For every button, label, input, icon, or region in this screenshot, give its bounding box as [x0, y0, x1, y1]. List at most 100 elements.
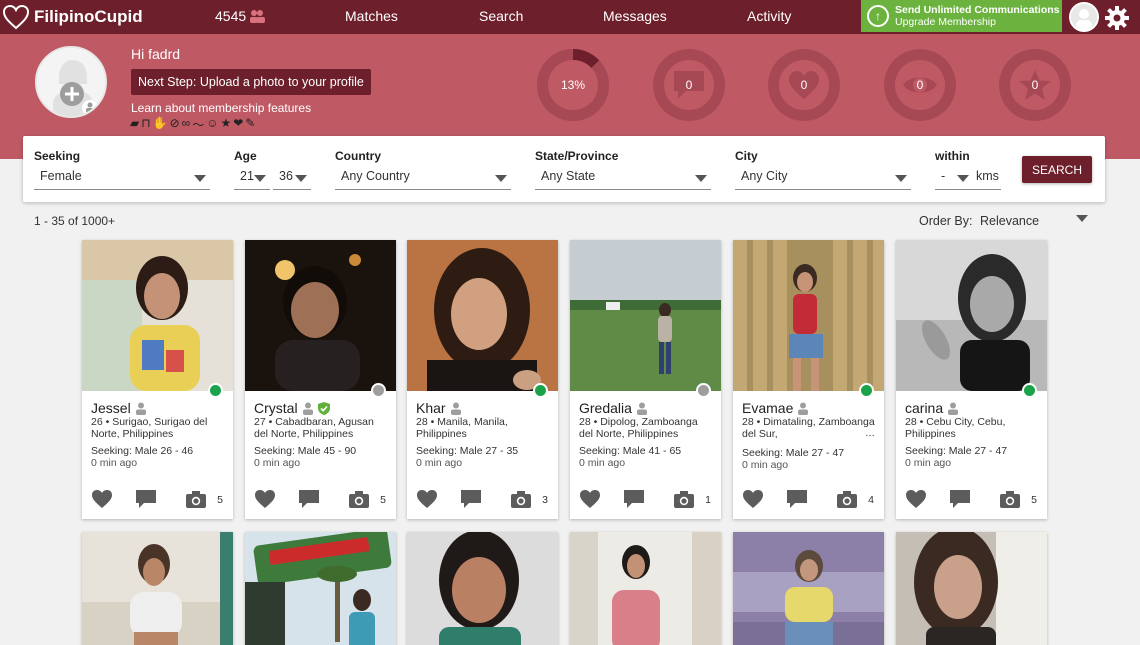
message-icon[interactable] [949, 489, 971, 509]
next-step-button[interactable]: Next Step: Upload a photo to your profil… [131, 69, 371, 95]
profile-card-photo[interactable] [407, 532, 558, 645]
photo-count: 4 [868, 494, 874, 506]
upgrade-button[interactable]: ↑ Send Unlimited Communications Upgrade … [861, 0, 1062, 32]
nav-activity[interactable]: Activity [747, 8, 791, 24]
profile-photo[interactable] [407, 240, 558, 391]
photo-count: 1 [705, 494, 711, 506]
chevron-down-icon[interactable] [1076, 215, 1088, 222]
message-icon[interactable] [623, 489, 645, 509]
messages-stat[interactable]: 0 [653, 49, 725, 121]
chevron-down-icon [194, 175, 206, 182]
profile-card-photo[interactable] [570, 532, 721, 645]
within-field: within [935, 149, 970, 163]
camera-icon[interactable] [999, 489, 1021, 509]
camera-icon[interactable] [836, 489, 858, 509]
online-status-dot [533, 383, 548, 398]
heart-icon[interactable] [91, 489, 113, 509]
camera-icon[interactable] [348, 489, 370, 509]
profile-photo[interactable] [82, 240, 233, 391]
card-actions: 5 [82, 489, 233, 511]
offline-status-dot [371, 383, 386, 398]
photo-count: 5 [1031, 494, 1037, 506]
online-count[interactable]: 4545 [215, 8, 266, 24]
order-by-select[interactable]: Relevance [980, 214, 1039, 228]
profile-name-row[interactable]: Gredalia [579, 400, 648, 416]
nav-search[interactable]: Search [479, 8, 523, 24]
state-select[interactable]: Any State [535, 167, 711, 190]
message-icon[interactable] [298, 489, 320, 509]
profile-name-row[interactable]: carina [905, 400, 959, 416]
offline-status-dot [696, 383, 711, 398]
profile-card-photo[interactable] [896, 532, 1047, 645]
profile-location: 26 • Surigao, Surigao del Norte, Philipp… [91, 416, 208, 440]
chevron-down-icon [957, 175, 969, 182]
incognito-icon: ∞ [181, 116, 191, 130]
profile-last-active: 0 min ago [416, 457, 463, 469]
heart-icon[interactable] [579, 489, 601, 509]
profile-name: carina [905, 400, 944, 416]
profile-name-row[interactable]: Crystal [254, 400, 330, 416]
message-icon[interactable] [786, 489, 808, 509]
person-icon [302, 402, 313, 415]
country-select[interactable]: Any Country [335, 167, 511, 190]
profile-card[interactable]: Khar 28 • Manila, Manila, Philippines Seek… [407, 240, 558, 519]
profile-card[interactable]: Crystal 27 • Cabadbaran, Agusan del Norte… [245, 240, 396, 519]
logo[interactable]: FilipinoCupid [2, 3, 143, 31]
profile-photo-placeholder[interactable] [35, 46, 107, 118]
favorites-stat[interactable]: 0 [999, 49, 1071, 121]
camera-icon[interactable] [510, 489, 532, 509]
learn-membership-link[interactable]: Learn about membership features [131, 101, 311, 115]
search-button[interactable]: SEARCH [1022, 156, 1092, 183]
nav-messages[interactable]: Messages [603, 8, 667, 24]
heart-icon[interactable] [254, 489, 276, 509]
profile-completion-stat[interactable]: 13% [537, 49, 609, 121]
feature-icons: ▰ ⊓ ✋ ⊘ ∞ 〜 ☺ ★ ❤ ✎ [130, 116, 255, 133]
profile-card-photo[interactable] [733, 532, 884, 645]
message-icon[interactable] [460, 489, 482, 509]
heart-icon[interactable] [416, 489, 438, 509]
photo-count: 5 [217, 494, 223, 506]
likes-stat[interactable]: 0 [768, 49, 840, 121]
profile-name-row[interactable]: Evamae [742, 400, 809, 416]
online-count-value: 4545 [215, 8, 247, 24]
profile-photo[interactable] [896, 240, 1047, 391]
heart-icon[interactable] [905, 489, 927, 509]
user-avatar[interactable] [1069, 2, 1099, 32]
profile-photo[interactable] [245, 240, 396, 391]
heart-icon[interactable] [742, 489, 764, 509]
profile-card[interactable]: carina 28 • Cebu City, Cebu, Philippines S… [896, 240, 1047, 519]
gear-icon[interactable] [1104, 5, 1130, 31]
profile-photo[interactable] [733, 240, 884, 391]
profile-photo[interactable] [570, 240, 721, 391]
profile-card[interactable]: Gredalia 28 • Dipolog, Zamboanga del Nort… [570, 240, 721, 519]
arrow-up-icon: ↑ [867, 5, 889, 27]
seeking-select[interactable]: Female [34, 167, 210, 190]
star-icon: ★ [220, 116, 232, 130]
age-max-select[interactable]: 36 [273, 167, 311, 190]
unlock-icon: ⊓ [141, 116, 151, 130]
seeking-label: Seeking [34, 149, 81, 163]
views-stat[interactable]: 0 [884, 49, 956, 121]
city-select[interactable]: Any City [735, 167, 911, 190]
profile-name-row[interactable]: Khar [416, 400, 462, 416]
camera-icon[interactable] [185, 489, 207, 509]
profile-location: 28 • Dimataling, Zamboanga del Sur, [742, 416, 875, 440]
card-actions: 4 [733, 489, 884, 511]
profile-last-active: 0 min ago [579, 457, 626, 469]
profile-card[interactable]: Evamae 28 • Dimataling, Zamboanga del Sur… [733, 240, 884, 519]
camera-icon[interactable] [673, 489, 695, 509]
nav-matches[interactable]: Matches [345, 8, 398, 24]
profile-card-photo[interactable] [82, 532, 233, 645]
card-actions: 5 [896, 489, 1047, 511]
card-actions: 5 [245, 489, 396, 511]
message-icon[interactable] [135, 489, 157, 509]
profile-last-active: 0 min ago [254, 457, 301, 469]
profile-card-photo[interactable] [245, 532, 396, 645]
age-min-select[interactable]: 21 [234, 167, 270, 190]
profile-name-row[interactable]: Jessel [91, 400, 147, 416]
hand-icon: ✋ [152, 116, 168, 130]
profile-card[interactable]: Jessel 26 • Surigao, Surigao del Norte, P… [82, 240, 233, 519]
favorites-count: 0 [1031, 78, 1039, 92]
within-select[interactable]: - [935, 167, 973, 190]
profile-seeking: Seeking: Male 27 - 47 [742, 447, 845, 459]
